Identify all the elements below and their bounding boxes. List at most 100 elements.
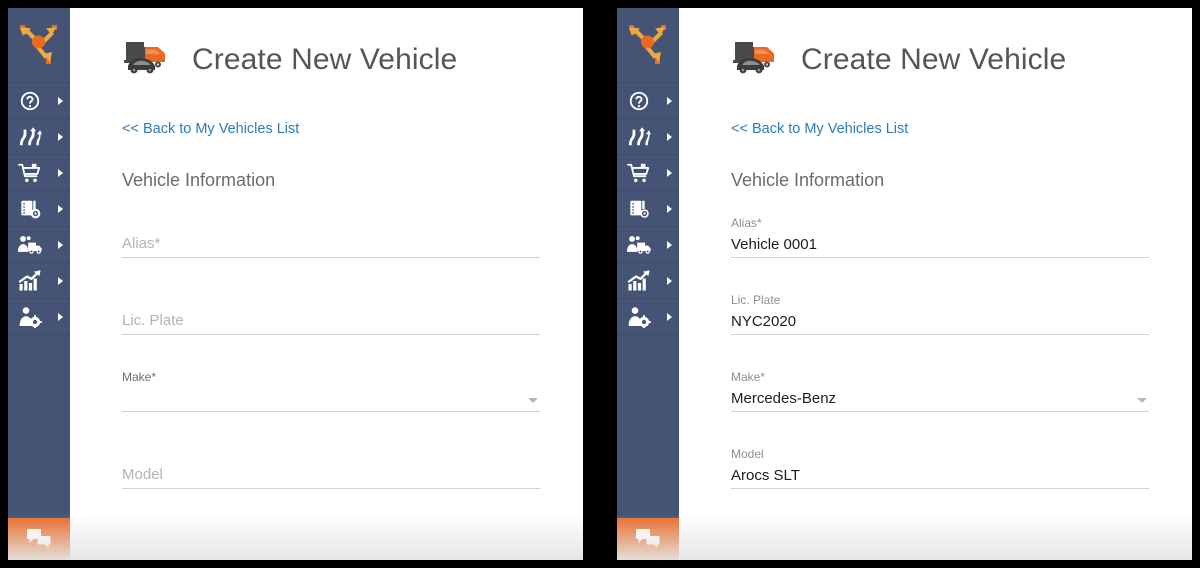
routing-arrows-logo-icon bbox=[20, 25, 57, 64]
section-title: Vehicle Information bbox=[731, 170, 885, 190]
field-underline bbox=[731, 411, 1149, 412]
field-make[interactable]: Make* bbox=[122, 359, 540, 436]
field-alias-value: Vehicle 0001 bbox=[731, 236, 817, 253]
route-planning-icon bbox=[617, 126, 661, 148]
panel-content: Create New Vehicle << Back to My Vehicle… bbox=[70, 8, 583, 560]
chevron-down-icon[interactable] bbox=[1137, 398, 1147, 403]
chevron-right-icon bbox=[58, 204, 63, 213]
chevron-right-icon bbox=[58, 276, 63, 285]
chevron-down-icon[interactable] bbox=[528, 398, 538, 403]
back-to-vehicles-link[interactable]: << Back to My Vehicles List bbox=[122, 121, 299, 137]
chat-bubbles-icon bbox=[636, 529, 660, 549]
field-underline bbox=[731, 334, 1149, 335]
field-underline bbox=[122, 488, 540, 489]
routing-arrows-logo-icon bbox=[629, 25, 666, 64]
chevron-right-icon bbox=[58, 312, 63, 321]
field-underline bbox=[122, 257, 540, 258]
panel-empty-form: Create New Vehicle << Back to My Vehicle… bbox=[8, 8, 583, 560]
field-model-value: Arocs SLT bbox=[731, 467, 800, 484]
section-title: Vehicle Information bbox=[122, 170, 276, 190]
chat-button[interactable] bbox=[617, 518, 679, 560]
app-logo[interactable] bbox=[617, 8, 679, 83]
sidebar-item-fleet-drivers[interactable] bbox=[617, 227, 679, 263]
chevron-right-icon bbox=[667, 312, 672, 321]
field-model-placeholder: Model bbox=[122, 466, 163, 483]
chevron-right-icon bbox=[667, 96, 672, 105]
chevron-right-icon bbox=[667, 276, 672, 285]
field-alias[interactable]: Alias* bbox=[122, 205, 540, 282]
help-circle-icon bbox=[8, 90, 52, 112]
sidebar-item-route-planning[interactable] bbox=[8, 119, 70, 155]
app-logo[interactable] bbox=[8, 8, 70, 83]
chat-button[interactable] bbox=[8, 518, 70, 560]
chevron-right-icon bbox=[58, 168, 63, 177]
field-underline bbox=[731, 488, 1149, 489]
field-model-label: Model bbox=[731, 447, 764, 461]
sidebar-item-tracking[interactable] bbox=[617, 191, 679, 227]
fleet-drivers-icon bbox=[8, 234, 52, 255]
sidebar-item-analytics[interactable] bbox=[617, 263, 679, 299]
sidebar-items bbox=[8, 83, 70, 335]
field-lic-plate-placeholder: Lic. Plate bbox=[122, 312, 184, 329]
field-underline bbox=[122, 411, 540, 412]
field-underline bbox=[731, 257, 1149, 258]
field-make-label: Make* bbox=[122, 370, 157, 384]
field-alias[interactable]: Alias* Vehicle 0001 bbox=[731, 205, 1149, 282]
sidebar-item-help[interactable] bbox=[617, 83, 679, 119]
page-title: Create New Vehicle bbox=[192, 42, 458, 76]
analytics-chart-icon bbox=[8, 269, 52, 292]
sidebar-item-route-planning[interactable] bbox=[617, 119, 679, 155]
route-planning-icon bbox=[8, 126, 52, 148]
truck-car-logo-icon bbox=[122, 36, 180, 83]
chat-bubbles-icon bbox=[27, 529, 51, 549]
field-make-label: Make* bbox=[731, 370, 766, 384]
vehicle-form-empty: Alias* Lic. Plate Make* Model bbox=[122, 191, 583, 513]
field-lic-plate-label: Lic. Plate bbox=[731, 293, 781, 307]
sidebar-item-user-settings[interactable] bbox=[617, 299, 679, 335]
field-alias-label: Alias* bbox=[731, 216, 762, 230]
chevron-right-icon bbox=[58, 96, 63, 105]
field-alias-placeholder: Alias* bbox=[122, 235, 161, 252]
fleet-drivers-icon bbox=[617, 234, 661, 255]
back-to-vehicles-link[interactable]: << Back to My Vehicles List bbox=[731, 121, 908, 137]
field-lic-plate[interactable]: Lic. Plate bbox=[122, 282, 540, 359]
field-make[interactable]: Make* Mercedes-Benz bbox=[731, 359, 1149, 436]
sidebar-item-fleet-drivers[interactable] bbox=[8, 227, 70, 263]
field-make-value: Mercedes-Benz bbox=[731, 390, 837, 407]
chevron-right-icon bbox=[58, 240, 63, 249]
page-title: Create New Vehicle bbox=[801, 42, 1067, 76]
screenshot-stage: Create New Vehicle << Back to My Vehicle… bbox=[0, 0, 1200, 568]
field-model[interactable]: Model bbox=[122, 436, 540, 513]
sidebar-item-user-settings[interactable] bbox=[8, 299, 70, 335]
sidebar bbox=[617, 8, 679, 560]
sidebar bbox=[8, 8, 70, 560]
chevron-right-icon bbox=[667, 204, 672, 213]
vehicle-form-filled: Alias* Vehicle 0001 Lic. Plate NYC2020 M… bbox=[731, 191, 1192, 513]
chevron-right-icon bbox=[667, 132, 672, 141]
field-lic-plate-value: NYC2020 bbox=[731, 313, 797, 330]
chevron-right-icon bbox=[58, 132, 63, 141]
delivery-tracking-icon bbox=[8, 198, 52, 220]
analytics-chart-icon bbox=[617, 269, 661, 292]
delivery-tracking-icon bbox=[617, 198, 661, 220]
sidebar-item-orders[interactable] bbox=[617, 155, 679, 191]
field-lic-plate[interactable]: Lic. Plate NYC2020 bbox=[731, 282, 1149, 359]
field-underline bbox=[122, 334, 540, 335]
sidebar-item-analytics[interactable] bbox=[8, 263, 70, 299]
user-settings-icon bbox=[617, 306, 661, 328]
truck-car-logo-icon bbox=[731, 36, 789, 83]
sidebar-item-help[interactable] bbox=[8, 83, 70, 119]
sidebar-items bbox=[617, 83, 679, 335]
panel-filled-form: Create New Vehicle << Back to My Vehicle… bbox=[617, 8, 1192, 560]
sidebar-item-orders[interactable] bbox=[8, 155, 70, 191]
sidebar-item-tracking[interactable] bbox=[8, 191, 70, 227]
user-settings-icon bbox=[8, 306, 52, 328]
shopping-cart-icon bbox=[8, 162, 52, 184]
shopping-cart-icon bbox=[617, 162, 661, 184]
chevron-right-icon bbox=[667, 240, 672, 249]
page-header: Create New Vehicle bbox=[70, 8, 583, 83]
field-model[interactable]: Model Arocs SLT bbox=[731, 436, 1149, 513]
panel-content: Create New Vehicle << Back to My Vehicle… bbox=[679, 8, 1192, 560]
